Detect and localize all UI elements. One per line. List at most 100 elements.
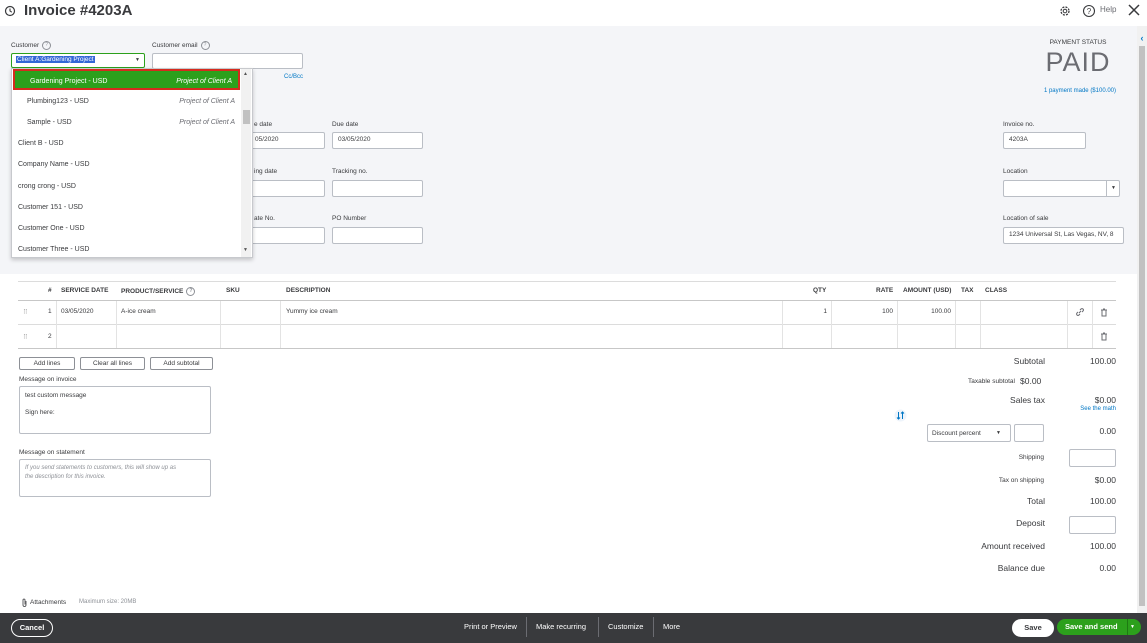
col-header-num: # [48, 287, 52, 294]
col-header-service-date: SERVICE DATE [61, 287, 109, 294]
close-icon[interactable] [1127, 3, 1141, 17]
add-subtotal-button[interactable]: Add subtotal [150, 357, 213, 370]
tracking-label: Tracking no. [332, 168, 368, 175]
deposit-input[interactable] [1069, 516, 1116, 534]
total-label: Total [1027, 496, 1045, 506]
drag-handle-icon[interactable]: ⠿ [23, 333, 28, 341]
save-button[interactable]: Save [1012, 619, 1054, 637]
help-icon[interactable]: ? [1082, 4, 1096, 18]
invoice-date-input[interactable]: 05/2020 [250, 132, 325, 149]
row-amount[interactable]: 100.00 [900, 308, 951, 315]
col-header-class: CLASS [985, 287, 1008, 294]
subtotal-label: Subtotal [1013, 356, 1045, 366]
row-qty[interactable]: 1 [790, 308, 827, 315]
page-scrollbar-thumb[interactable] [1139, 46, 1145, 606]
row-rate[interactable]: 100 [840, 308, 893, 315]
location-select[interactable] [1003, 180, 1120, 197]
amount-received-value: 100.00 [1090, 541, 1116, 551]
tax-on-shipping-label: Tax on shipping [998, 477, 1044, 484]
message-invoice-textarea[interactable]: test custom message Sign here: [19, 386, 211, 434]
more-button[interactable]: More [663, 622, 680, 631]
subtotal-value: 100.00 [1090, 356, 1116, 366]
trash-icon[interactable] [1100, 332, 1108, 341]
tracking-input[interactable] [332, 180, 423, 197]
shipping-input[interactable] [1069, 449, 1116, 467]
discount-value-input[interactable] [1014, 424, 1044, 442]
message-statement-textarea[interactable]: If you send statements to customers, thi… [19, 459, 211, 497]
po-number-input[interactable] [332, 227, 423, 244]
trash-icon[interactable] [1100, 308, 1108, 317]
estimate-input[interactable] [250, 227, 325, 244]
see-math-link[interactable]: See the math [1046, 406, 1116, 412]
cc-bcc-link[interactable]: Cc/Bcc [284, 74, 303, 80]
make-recurring-button[interactable]: Make recurring [536, 622, 586, 631]
footer-divider [653, 617, 654, 637]
chevron-down-icon[interactable]: ▼ [996, 425, 1001, 441]
discount-amount: 0.00 [1099, 426, 1116, 436]
chevron-down-icon[interactable]: ▼ [1106, 181, 1120, 196]
clear-all-lines-button[interactable]: Clear all lines [80, 357, 145, 370]
customer-select-value: Client A:Gardening Project [16, 56, 95, 63]
invoice-date-label: e date [254, 121, 273, 128]
save-and-send-button[interactable]: Save and send ▼ [1057, 619, 1141, 635]
page-title: Invoice #4203A [24, 2, 133, 19]
side-panel-toggle[interactable]: ‹ [1137, 33, 1147, 45]
sort-toggle-icon[interactable] [894, 409, 907, 422]
scroll-down-icon[interactable]: ▼ [243, 247, 248, 253]
customize-button[interactable]: Customize [608, 622, 643, 631]
drag-handle-icon[interactable]: ⠿ [23, 308, 28, 316]
location-of-sale-input[interactable]: 1234 Universal St, Las Vegas, NV, 8 [1003, 227, 1124, 244]
ship-date-input[interactable] [250, 180, 325, 197]
tax-on-shipping-value: $0.00 [1094, 475, 1116, 485]
print-preview-button[interactable]: Print or Preview [464, 622, 517, 631]
row-description[interactable]: Yummy ice cream [286, 308, 338, 315]
placeholder-line: the description for this invoice. [25, 474, 106, 480]
dropdown-item[interactable]: Customer One - USD [12, 218, 241, 239]
scroll-up-icon[interactable]: ▲ [243, 71, 248, 77]
gear-icon[interactable] [1058, 4, 1072, 18]
message-invoice-label: Message on invoice [19, 376, 77, 383]
info-icon[interactable]: ? [42, 41, 52, 50]
row-service-date[interactable]: 03/05/2020 [61, 308, 94, 315]
table-row[interactable] [18, 325, 1116, 348]
dropdown-item[interactable]: crong crong - USD [12, 176, 241, 197]
info-icon[interactable]: ? [200, 41, 210, 50]
dropdown-scrollbar[interactable] [241, 69, 251, 257]
table-border-bottom [18, 348, 1116, 349]
table-row[interactable] [18, 301, 1116, 324]
dropdown-item[interactable]: Customer 151 - USD [12, 197, 241, 218]
chevron-down-icon[interactable]: ▼ [1130, 619, 1135, 635]
attachments-label[interactable]: Attachments [30, 599, 66, 606]
invoice-no-input[interactable]: 4203A [1003, 132, 1086, 149]
customer-email-input[interactable] [152, 53, 303, 69]
deposit-label: Deposit [1016, 518, 1045, 528]
cancel-button[interactable]: Cancel [11, 619, 53, 637]
add-lines-button[interactable]: Add lines [19, 357, 75, 370]
history-icon[interactable] [4, 5, 16, 17]
ship-date-label: ing date [254, 168, 278, 175]
taxable-subtotal-value: $0.00 [1020, 376, 1042, 386]
dropdown-scrollbar-thumb[interactable] [243, 110, 250, 124]
dropdown-item[interactable]: Gardening Project - USD Project of Client… [13, 69, 240, 90]
dropdown-item[interactable]: Client B - USD [12, 133, 241, 154]
col-header-qty: QTY [813, 287, 827, 294]
dropdown-item[interactable]: Plumbing123 - USD Project of Client A [12, 91, 241, 112]
customer-select[interactable]: Client A:Gardening Project [11, 53, 145, 68]
payment-status: PAID [1045, 47, 1111, 77]
payment-link[interactable]: 1 payment made ($100.00) [1010, 88, 1116, 94]
help-link[interactable]: Help [1100, 5, 1116, 14]
info-icon[interactable]: ? [186, 287, 196, 296]
paperclip-icon[interactable] [21, 598, 28, 607]
dropdown-item[interactable]: Company Name - USD [12, 154, 241, 175]
row-product[interactable]: A-ice cream [121, 308, 156, 315]
amount-received-label: Amount received [981, 541, 1045, 551]
dropdown-item[interactable]: Sample - USD Project of Client A [12, 112, 241, 133]
message-statement-label: Message on statement [19, 449, 85, 456]
customer-dropdown[interactable]: Gardening Project - USD Project of Client… [11, 68, 253, 258]
shipping-label: Shipping [1018, 454, 1044, 461]
po-number-label: PO Number [332, 215, 367, 222]
chevron-down-icon[interactable]: ▼ [131, 54, 144, 67]
link-icon[interactable] [1075, 307, 1085, 317]
dropdown-item[interactable]: Customer Three - USD [12, 239, 241, 257]
due-date-input[interactable]: 03/05/2020 [332, 132, 423, 149]
